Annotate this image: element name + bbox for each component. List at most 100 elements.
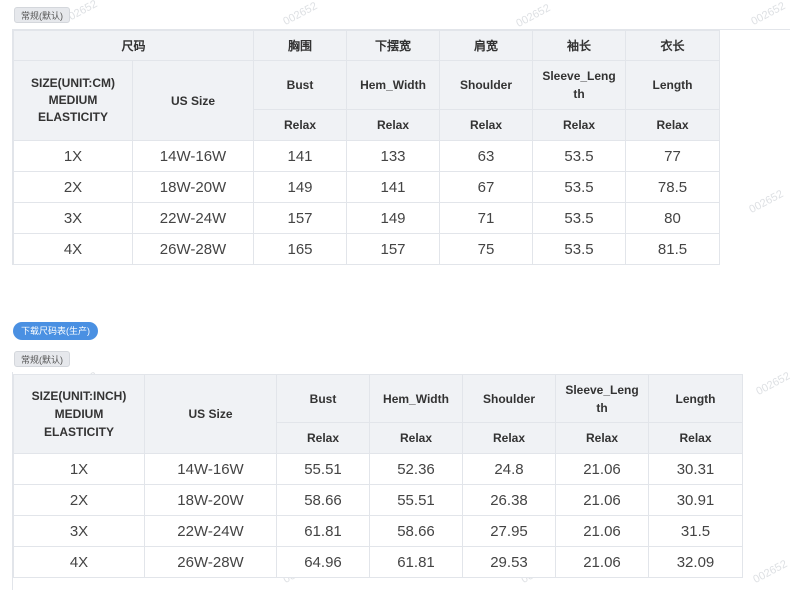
fit-relax: Relax [346, 109, 441, 141]
cell-sleeve-length: 53.5 [532, 140, 627, 172]
tab-default[interactable]: 常规(默认) [14, 7, 70, 23]
cell-us-size: 22W-24W [131, 202, 255, 234]
tab-default[interactable]: 常规(默认) [14, 351, 70, 367]
watermark: 002652 [754, 370, 790, 398]
table-row: 3X 22W-24W 61.81 58.66 27.95 21.06 31.5 [13, 515, 743, 547]
cell-hem-width: 149 [346, 202, 441, 234]
cell-sleeve-length: 53.5 [532, 171, 627, 203]
fit-relax: Relax [253, 109, 348, 141]
cell-length: 31.5 [648, 515, 743, 547]
cell-sleeve-length: 21.06 [555, 546, 649, 578]
fit-relax: Relax [462, 422, 556, 454]
cell-hem-width: 141 [346, 171, 441, 203]
header-bust: Bust [253, 60, 348, 110]
cell-length: 81.5 [625, 233, 721, 265]
cell-size: 3X [13, 515, 145, 547]
table-row: 3X 22W-24W 157 149 71 53.5 80 [13, 202, 721, 234]
watermark: 002652 [749, 0, 788, 28]
cell-sleeve-length: 53.5 [532, 233, 627, 265]
cell-size: 2X [13, 484, 145, 516]
header-us-size: US Size [144, 374, 277, 454]
header-bust: Bust [276, 374, 370, 423]
watermark: 002652 [747, 188, 786, 216]
cell-us-size: 14W-16W [131, 140, 255, 172]
cell-shoulder: 75 [439, 233, 534, 265]
header-size-unit: SIZE(UNIT:INCH) MEDIUM ELASTICITY [13, 374, 145, 454]
fit-relax: Relax [625, 109, 721, 141]
size-table-cm: 尺码 胸围 下摆宽 肩宽 袖长 衣长 SIZE(UNIT:CM) MEDIUM … [12, 30, 721, 265]
cell-length: 77 [625, 140, 721, 172]
header-hem-width: Hem_Width [369, 374, 463, 423]
cell-shoulder: 71 [439, 202, 534, 234]
header-shoulder: Shoulder [439, 60, 534, 110]
fit-relax: Relax [369, 422, 463, 454]
cell-bust: 58.66 [276, 484, 370, 516]
fit-relax: Relax [439, 109, 534, 141]
size-table-inch: SIZE(UNIT:INCH) MEDIUM ELASTICITY US Siz… [13, 374, 743, 578]
header-sleeve-length: Sleeve_Len​gth [555, 374, 649, 423]
cell-hem-width: 52.36 [369, 453, 463, 485]
cell-sleeve-length: 53.5 [532, 202, 627, 234]
cell-us-size: 18W-20W [144, 484, 277, 516]
cell-shoulder: 29.53 [462, 546, 556, 578]
table-row: 2X 18W-20W 58.66 55.51 26.38 21.06 30.91 [13, 484, 743, 516]
cell-shoulder: 24.8 [462, 453, 556, 485]
cell-sleeve-length: 21.06 [555, 515, 649, 547]
cell-hem-width: 55.51 [369, 484, 463, 516]
watermark: 002652 [514, 2, 553, 30]
cell-bust: 141 [253, 140, 348, 172]
cell-us-size: 14W-16W [144, 453, 277, 485]
table-row: 2X 18W-20W 149 141 67 53.5 78.5 [13, 171, 721, 203]
cell-us-size: 22W-24W [144, 515, 277, 547]
cell-bust: 157 [253, 202, 348, 234]
cell-shoulder: 26.38 [462, 484, 556, 516]
fit-relax: Relax [648, 422, 743, 454]
fit-relax: Relax [555, 422, 649, 454]
download-size-chart-button[interactable]: 下载尺码表(生产) [13, 322, 98, 340]
cell-size: 2X [13, 171, 133, 203]
cell-bust: 165 [253, 233, 348, 265]
cell-us-size: 26W-28W [144, 546, 277, 578]
cell-sleeve-length: 21.06 [555, 484, 649, 516]
header-hem-cn: 下摆宽 [346, 30, 441, 61]
header-size-cn: 尺码 [12, 30, 255, 61]
cell-length: 30.91 [648, 484, 743, 516]
cell-hem-width: 133 [346, 140, 441, 172]
table-row: 1X 14W-16W 141 133 63 53.5 77 [13, 140, 721, 172]
fit-relax: Relax [276, 422, 370, 454]
cell-bust: 64.96 [276, 546, 370, 578]
cell-shoulder: 63 [439, 140, 534, 172]
header-size-unit: SIZE(UNIT:CM) MEDIUM ELASTICITY [13, 60, 133, 141]
fit-relax: Relax [532, 109, 627, 141]
cell-bust: 149 [253, 171, 348, 203]
cell-length: 32.09 [648, 546, 743, 578]
cell-size: 4X [13, 233, 133, 265]
cell-shoulder: 27.95 [462, 515, 556, 547]
cell-shoulder: 67 [439, 171, 534, 203]
cell-size: 3X [13, 202, 133, 234]
cell-us-size: 18W-20W [131, 171, 255, 203]
header-length-cn: 衣长 [625, 30, 721, 61]
header-shoulder: Shoulder [462, 374, 556, 423]
table-row: 1X 14W-16W 55.51 52.36 24.8 21.06 30.31 [13, 453, 743, 485]
cell-size: 1X [13, 140, 133, 172]
cell-hem-width: 157 [346, 233, 441, 265]
header-sleeve-cn: 袖长 [532, 30, 627, 61]
header-sleeve-length: Sleeve_Len​gth [532, 60, 627, 110]
cell-hem-width: 58.66 [369, 515, 463, 547]
cell-length: 80 [625, 202, 721, 234]
header-hem-width: Hem_Width [346, 60, 441, 110]
cell-size: 1X [13, 453, 145, 485]
cell-sleeve-length: 21.06 [555, 453, 649, 485]
header-length: Length [625, 60, 721, 110]
cell-size: 4X [13, 546, 145, 578]
header-length: Length [648, 374, 743, 423]
watermark: 002652 [751, 558, 790, 586]
cell-bust: 55.51 [276, 453, 370, 485]
cell-length: 78.5 [625, 171, 721, 203]
header-bust-cn: 胸围 [253, 30, 348, 61]
header-shoulder-cn: 肩宽 [439, 30, 534, 61]
cell-length: 30.31 [648, 453, 743, 485]
cell-bust: 61.81 [276, 515, 370, 547]
table-row: 4X 26W-28W 64.96 61.81 29.53 21.06 32.09 [13, 546, 743, 578]
